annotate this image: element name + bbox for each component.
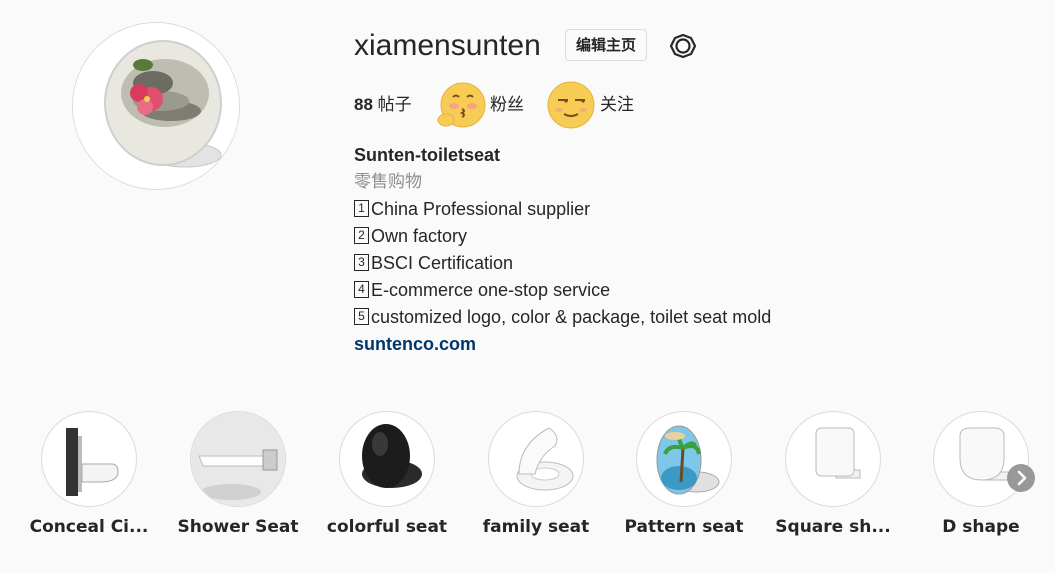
highlight-label: Shower Seat <box>177 517 299 537</box>
keycap-number-5: 5 <box>354 307 369 325</box>
smirk-emoji <box>546 80 596 135</box>
highlight-item[interactable]: Pattern seat <box>619 411 749 537</box>
pattern-seat-image <box>636 411 732 507</box>
highlight-item[interactable]: Square sh... <box>768 411 898 537</box>
blushing-kiss-emoji <box>434 80 488 135</box>
followers-stat[interactable]: 粉丝 <box>490 80 524 130</box>
highlight-label: Pattern seat <box>624 517 744 537</box>
highlight-label: family seat <box>482 517 590 537</box>
profile-username: xiamensunten <box>354 29 541 62</box>
highlight-label: Square sh... <box>775 517 891 537</box>
family-seat-image <box>488 411 584 507</box>
keycap-number-4: 4 <box>354 280 369 298</box>
wall-toilet-image <box>41 411 137 507</box>
bio-line: 4 E-commerce one-stop service <box>354 277 771 304</box>
keycap-number-1: 1 <box>354 199 369 217</box>
shower-seat-image <box>190 411 286 507</box>
bio-line: 1 China Professional supplier <box>354 196 771 223</box>
bio-line-text: E-commerce one-stop service <box>371 280 611 300</box>
bio-line-text: Own factory <box>371 226 468 246</box>
d-shape-seat-image <box>933 411 1029 507</box>
posts-label: 帖子 <box>377 95 412 114</box>
bio-line-text: BSCI Certification <box>371 253 514 273</box>
highlight-item[interactable]: colorful seat <box>322 411 452 537</box>
keycap-number-3: 3 <box>354 253 369 271</box>
highlight-item[interactable]: Conceal Ci... <box>24 411 154 537</box>
highlight-label: Conceal Ci... <box>29 517 149 537</box>
bio-line: 2 Own factory <box>354 223 771 250</box>
highlight-item[interactable]: family seat <box>471 411 601 537</box>
followers-label: 粉丝 <box>490 95 524 114</box>
posts-stat[interactable]: 88 帖子 <box>354 80 412 130</box>
bio-line: 5 customized logo, color & package, toile… <box>354 304 771 331</box>
bio-line: 3 BSCI Certification <box>354 250 771 277</box>
highlight-item[interactable]: Shower Seat <box>173 411 303 537</box>
keycap-number-2: 2 <box>354 226 369 244</box>
profile-display-name: Sunten-toiletseat <box>354 145 501 165</box>
square-seat-image <box>785 411 881 507</box>
edit-profile-button[interactable]: 编辑主页 <box>565 29 648 61</box>
chevron-right-icon[interactable] <box>1007 464 1035 492</box>
profile-website-link[interactable]: suntenco.com <box>354 334 476 354</box>
bio-line-text: customized logo, color & package, toilet… <box>371 307 772 327</box>
gear-icon[interactable] <box>669 32 697 60</box>
profile-bio: Sunten-toiletseat 零售购物 1 China Profession… <box>354 142 771 358</box>
highlight-label: colorful seat <box>326 517 448 537</box>
bio-line-text: China Professional supplier <box>371 199 591 219</box>
following-label: 关注 <box>600 95 634 114</box>
profile-avatar[interactable] <box>72 22 240 190</box>
highlight-label: D shape <box>942 517 1020 537</box>
profile-category: 零售购物 <box>354 172 422 192</box>
posts-count: 88 <box>354 95 373 114</box>
following-stat[interactable]: 关注 <box>600 80 634 130</box>
black-seat-image <box>339 411 435 507</box>
